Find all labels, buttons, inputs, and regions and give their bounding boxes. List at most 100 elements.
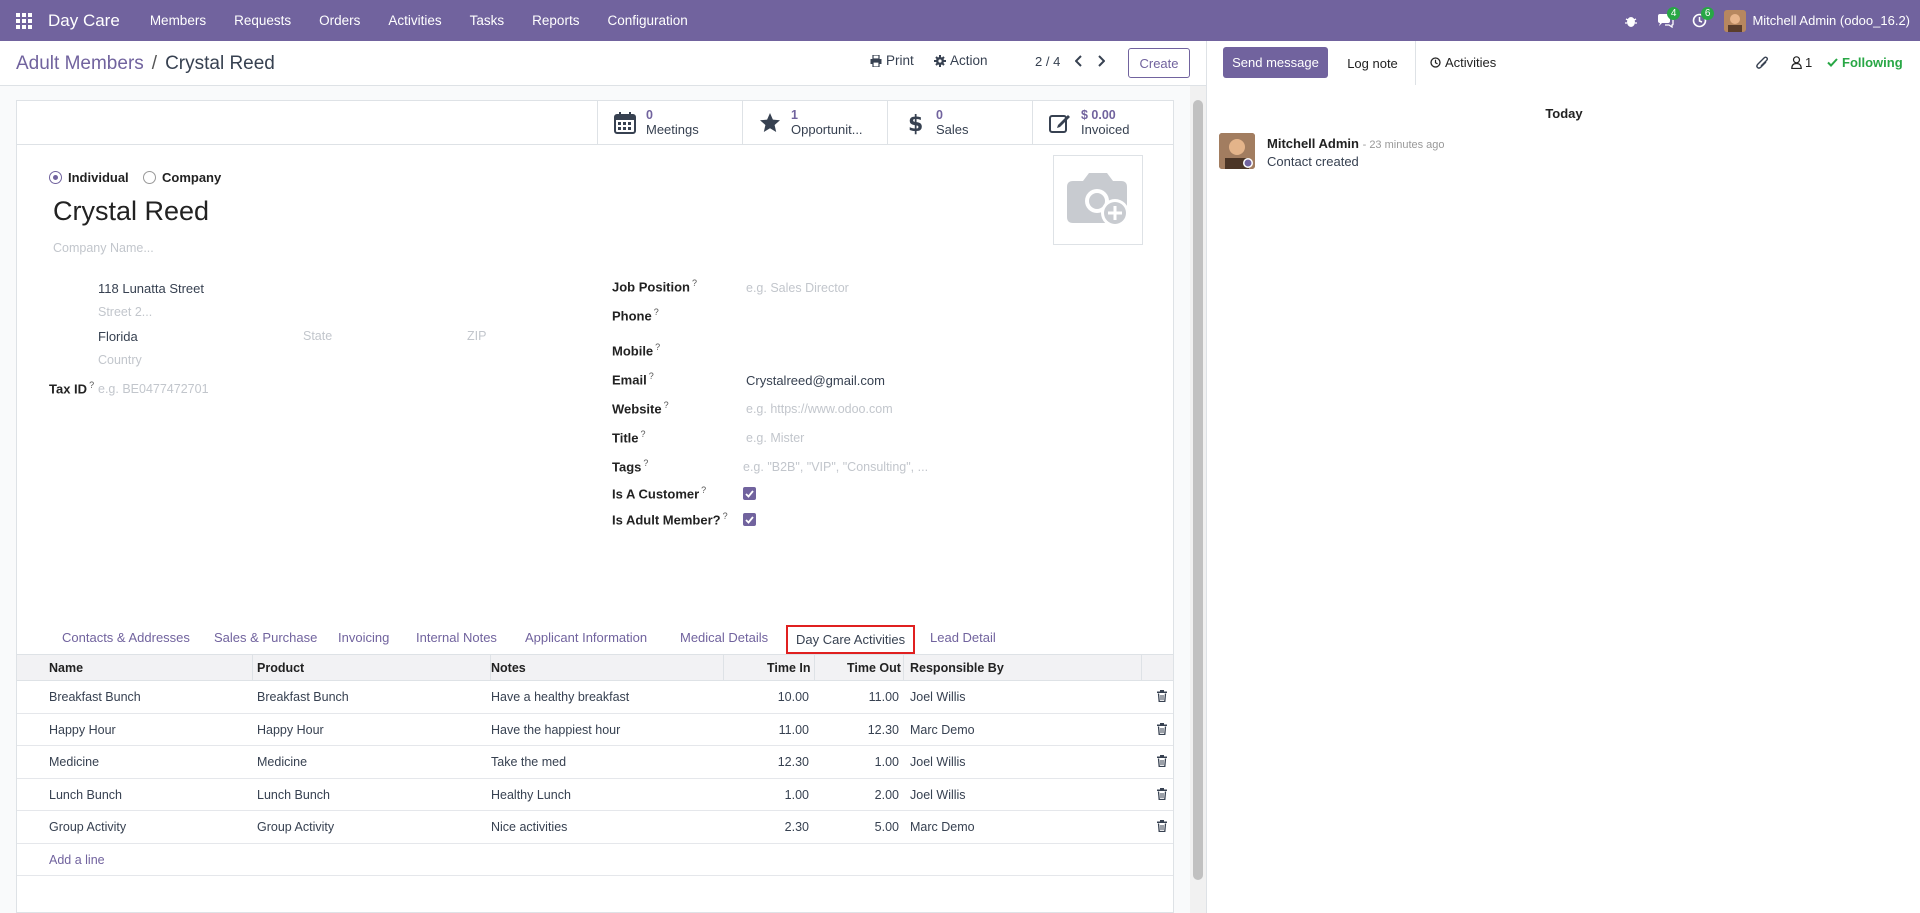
pager-previous-icon[interactable] bbox=[1072, 53, 1086, 69]
delete-row-icon[interactable] bbox=[1157, 722, 1167, 738]
menu-requests[interactable]: Requests bbox=[220, 0, 305, 41]
message-author-name[interactable]: Mitchell Admin bbox=[1267, 136, 1359, 151]
tab-contacts-addresses[interactable]: Contacts & Addresses bbox=[62, 630, 190, 645]
user-avatar bbox=[1724, 9, 1747, 32]
log-note-button[interactable]: Log note bbox=[1330, 41, 1416, 85]
tags-field[interactable]: e.g. "B2B", "VIP", "Consulting", ... bbox=[743, 460, 928, 474]
app-brand[interactable]: Day Care bbox=[48, 11, 120, 31]
pager-next-icon[interactable] bbox=[1094, 53, 1108, 69]
pager-value[interactable]: 2 / 4 bbox=[1035, 54, 1060, 69]
column-time-out[interactable]: Time Out bbox=[847, 661, 901, 675]
delete-row-icon[interactable] bbox=[1157, 690, 1167, 705]
radio-company-dot[interactable] bbox=[143, 171, 156, 184]
radio-individual-dot[interactable] bbox=[49, 171, 62, 184]
check-icon bbox=[1827, 58, 1838, 67]
breadcrumb-parent[interactable]: Adult Members bbox=[16, 53, 144, 75]
column-responsible-by[interactable]: Responsible By bbox=[910, 661, 1004, 675]
tab-day-care-activities[interactable]: Day Care Activities bbox=[786, 625, 916, 654]
menu-tasks[interactable]: Tasks bbox=[456, 0, 519, 41]
radio-individual[interactable]: Individual bbox=[49, 170, 129, 185]
tab-invoicing[interactable]: Invoicing bbox=[338, 630, 389, 645]
followers-button[interactable]: 1 bbox=[1791, 55, 1812, 70]
tab-applicant-information[interactable]: Applicant Information bbox=[525, 630, 647, 645]
delete-row-icon[interactable] bbox=[1157, 820, 1167, 835]
radio-company[interactable]: Company bbox=[143, 170, 221, 185]
cell-notes: Healthy Lunch bbox=[491, 787, 571, 802]
tax-id-field[interactable]: e.g. BE0477472701 bbox=[98, 382, 209, 396]
contact-name-field[interactable]: Crystal Reed bbox=[53, 196, 209, 227]
tab-lead-detail[interactable]: Lead Detail bbox=[930, 630, 996, 645]
edit-icon bbox=[1047, 110, 1073, 136]
table-row[interactable]: Lunch Bunch Lunch Bunch Healthy Lunch 1.… bbox=[17, 779, 1173, 811]
bug-icon[interactable] bbox=[1614, 0, 1648, 41]
cell-product: Medicine bbox=[257, 755, 308, 769]
opportunities-smart-button[interactable]: 1 Opportunit... bbox=[742, 101, 887, 144]
meetings-smart-button[interactable]: 0 Meetings bbox=[597, 101, 742, 144]
company-name-field[interactable]: Company Name... bbox=[53, 241, 154, 255]
tab-internal-notes[interactable]: Internal Notes bbox=[416, 630, 497, 645]
is-adult-member-checkbox[interactable] bbox=[743, 513, 756, 526]
cell-notes: Have the happiest hour bbox=[491, 722, 621, 737]
message-author-avatar[interactable] bbox=[1219, 133, 1255, 169]
sales-smart-button[interactable]: $ 0 Sales bbox=[887, 101, 1032, 144]
scrollbar-thumb[interactable] bbox=[1193, 100, 1203, 880]
messages-icon[interactable]: 4 bbox=[1648, 0, 1682, 41]
table-row[interactable]: Breakfast Bunch Breakfast Bunch Have a h… bbox=[17, 681, 1173, 714]
job-position-field[interactable]: e.g. Sales Director bbox=[746, 281, 849, 295]
cell-notes: Nice activities bbox=[491, 820, 568, 834]
menu-orders[interactable]: Orders bbox=[305, 0, 374, 41]
radio-individual-label: Individual bbox=[68, 170, 129, 185]
city-field[interactable]: Florida bbox=[98, 329, 138, 344]
website-field[interactable]: e.g. https://www.odoo.com bbox=[746, 402, 893, 416]
user-menu[interactable]: Mitchell Admin (odoo_16.2) bbox=[1724, 9, 1910, 32]
menu-reports[interactable]: Reports bbox=[518, 0, 593, 41]
tab-medical-details[interactable]: Medical Details bbox=[680, 630, 768, 645]
paperclip-icon[interactable] bbox=[1755, 55, 1769, 74]
invoiced-smart-button[interactable]: $ 0.00 Invoiced bbox=[1032, 101, 1177, 144]
table-row[interactable]: Group Activity Group Activity Nice activ… bbox=[17, 811, 1173, 844]
apps-menu-icon[interactable] bbox=[0, 0, 48, 41]
form-scrollbar[interactable] bbox=[1190, 86, 1206, 913]
zip-field[interactable]: ZIP bbox=[467, 329, 486, 343]
tags-label: Tags? bbox=[612, 458, 649, 475]
action-button[interactable]: Action bbox=[934, 53, 988, 68]
cell-time-out: 12.30 bbox=[867, 722, 899, 737]
print-button[interactable]: Print bbox=[870, 53, 914, 68]
cell-name: Medicine bbox=[49, 755, 100, 769]
message-author: Mitchell Admin - 23 minutes ago bbox=[1267, 136, 1445, 151]
invoiced-amount: $ 0.00 bbox=[1081, 107, 1116, 122]
messages-badge: 4 bbox=[1666, 7, 1681, 20]
table-header: Name Product Notes Time In Time Out Resp… bbox=[17, 655, 1173, 681]
activities-clock-icon[interactable]: 6 bbox=[1682, 0, 1716, 41]
column-notes[interactable]: Notes bbox=[491, 661, 526, 675]
table-row[interactable]: Happy Hour Happy Hour Have the happiest … bbox=[17, 714, 1173, 746]
contact-photo[interactable] bbox=[1053, 155, 1143, 245]
state-field[interactable]: State bbox=[303, 329, 332, 343]
menu-activities[interactable]: Activities bbox=[374, 0, 455, 41]
column-name[interactable]: Name bbox=[49, 661, 83, 675]
activities-button[interactable]: Activities bbox=[1422, 47, 1504, 78]
title-field[interactable]: e.g. Mister bbox=[746, 431, 804, 445]
menu-configuration[interactable]: Configuration bbox=[593, 0, 701, 41]
create-button[interactable]: Create bbox=[1128, 48, 1190, 78]
tab-sales-purchase[interactable]: Sales & Purchase bbox=[214, 630, 317, 645]
following-button[interactable]: Following bbox=[1827, 55, 1903, 70]
add-line-link[interactable]: Add a line bbox=[49, 853, 105, 867]
send-message-button[interactable]: Send message bbox=[1223, 47, 1328, 78]
email-field[interactable]: Crystalreed@gmail.com bbox=[746, 373, 885, 388]
column-time-in[interactable]: Time In bbox=[767, 661, 811, 675]
cell-product: Lunch Bunch bbox=[257, 787, 330, 802]
street-field[interactable]: 118 Lunatta Street bbox=[98, 281, 204, 296]
calendar-icon bbox=[612, 110, 638, 136]
column-product[interactable]: Product bbox=[257, 661, 304, 675]
cell-time-in: 10.00 bbox=[777, 690, 809, 704]
country-field[interactable]: Country bbox=[98, 353, 142, 367]
check-icon bbox=[745, 515, 754, 524]
menu-members[interactable]: Members bbox=[136, 0, 220, 41]
dollar-icon: $ bbox=[902, 110, 928, 136]
delete-row-icon[interactable] bbox=[1157, 787, 1167, 803]
delete-row-icon[interactable] bbox=[1157, 755, 1167, 770]
street2-field[interactable]: Street 2... bbox=[98, 305, 152, 319]
table-row[interactable]: Medicine Medicine Take the med 12.30 1.0… bbox=[17, 746, 1173, 779]
is-customer-checkbox[interactable] bbox=[743, 487, 756, 500]
